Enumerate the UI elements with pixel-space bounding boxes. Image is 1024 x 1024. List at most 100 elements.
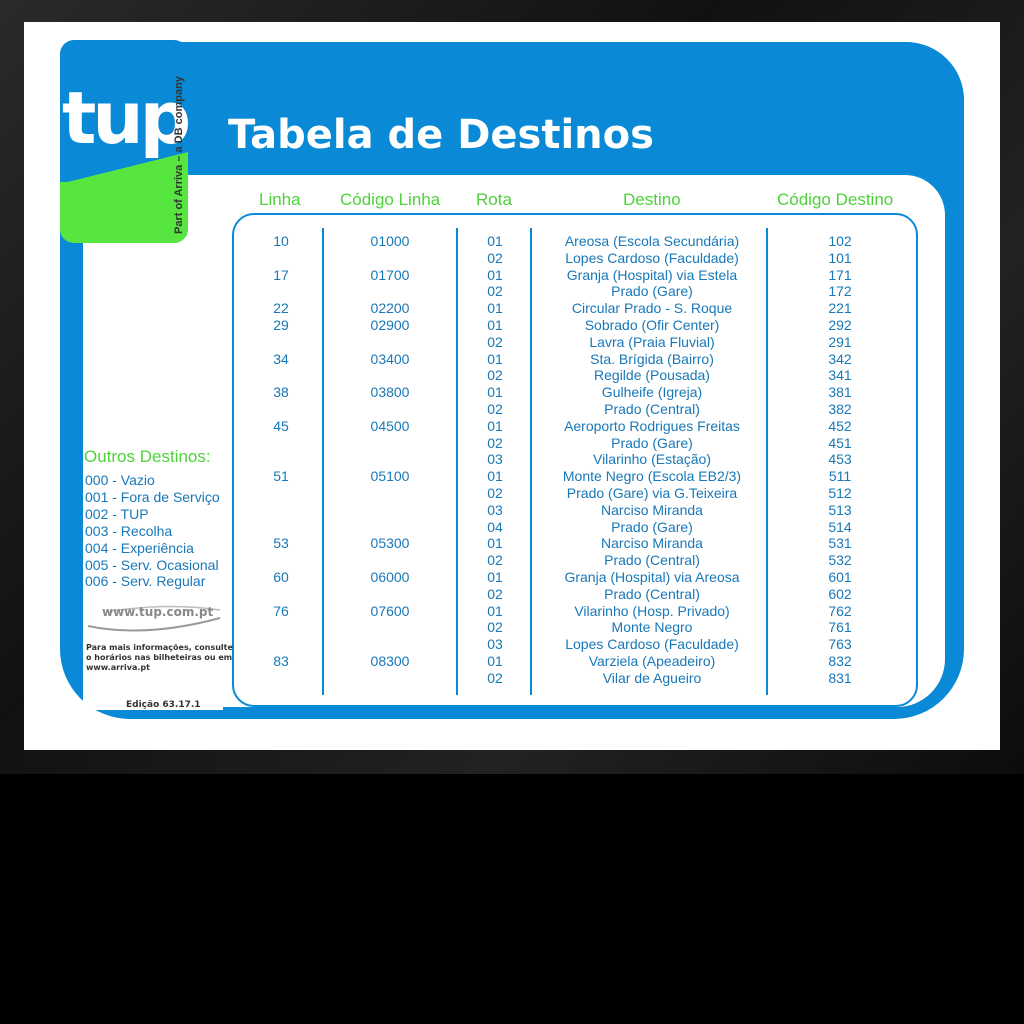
destination-name: Prado (Central) bbox=[604, 585, 700, 602]
destination-name: Prado (Gare) via G.Teixeira bbox=[566, 485, 738, 501]
column-header-codigo-linha: Código Linha bbox=[340, 190, 441, 209]
destination-name: Lavra (Praia Fluvial) bbox=[589, 333, 715, 350]
destination-code: 761 bbox=[828, 619, 852, 636]
website-link[interactable]: www.tup.com.pt bbox=[102, 605, 213, 619]
line-number: 53 bbox=[273, 535, 289, 552]
route-number: 04 bbox=[487, 518, 503, 535]
other-destination-item: 000 - Vazio bbox=[85, 472, 155, 488]
destination-name: Granja (Hospital) via Areosa bbox=[564, 569, 740, 585]
destination-code: 511 bbox=[828, 468, 852, 485]
route-number: 01 bbox=[487, 569, 503, 585]
destinations-table bbox=[232, 213, 918, 707]
line-code: 03800 bbox=[370, 384, 410, 401]
logo-text: tup bbox=[62, 76, 188, 160]
destination-code: 292 bbox=[828, 317, 852, 333]
destination-name: Prado (Gare) bbox=[611, 434, 693, 451]
column-header-linha: Linha bbox=[259, 190, 301, 209]
destination-code: 602 bbox=[828, 585, 852, 602]
destination-name: Aeroporto Rodrigues Freitas bbox=[564, 417, 740, 434]
destination-code: 172 bbox=[828, 283, 852, 300]
destination-name: Vilar de Agueiro bbox=[602, 669, 702, 686]
route-number: 01 bbox=[487, 233, 503, 249]
line-number: 17 bbox=[273, 266, 289, 283]
route-number: 01 bbox=[487, 300, 503, 317]
page-title: Tabela de Destinos bbox=[228, 112, 654, 158]
line-code: 05300 bbox=[370, 535, 410, 552]
line-number: 51 bbox=[273, 468, 289, 485]
info-text: Para mais informações, consulte o horári… bbox=[86, 643, 233, 672]
line-number: 22 bbox=[273, 300, 289, 317]
route-number: 01 bbox=[487, 384, 503, 401]
line-code: 01000 bbox=[370, 233, 410, 249]
destination-name: Prado (Gare) bbox=[611, 518, 693, 535]
destination-code: 171 bbox=[828, 266, 852, 283]
destination-code: 291 bbox=[828, 333, 852, 350]
route-number: 01 bbox=[487, 468, 503, 485]
line-number: 10 bbox=[273, 233, 289, 249]
destination-code: 532 bbox=[828, 552, 852, 569]
route-number: 02 bbox=[487, 434, 503, 451]
destination-name: Narciso Miranda bbox=[601, 535, 703, 552]
route-number: 02 bbox=[487, 585, 503, 602]
column-divider bbox=[322, 228, 324, 695]
destination-code: 512 bbox=[828, 485, 852, 501]
destination-code: 531 bbox=[828, 535, 852, 552]
other-destination-item: 001 - Fora de Serviço bbox=[85, 488, 220, 505]
column-divider bbox=[766, 228, 768, 695]
column-header-codigo-destino: Código Destino bbox=[777, 190, 894, 209]
route-number: 02 bbox=[487, 485, 503, 501]
line-code: 04500 bbox=[370, 417, 410, 434]
route-number: 02 bbox=[487, 401, 503, 417]
logo-green-band bbox=[60, 182, 188, 243]
destination-name: Prado (Central) bbox=[604, 401, 700, 417]
line-code: 06000 bbox=[370, 569, 410, 585]
line-code: 03400 bbox=[370, 350, 410, 367]
destination-code: 453 bbox=[828, 451, 852, 468]
route-number: 02 bbox=[487, 619, 503, 636]
tup-logo: tup bbox=[60, 40, 188, 243]
destination-name: Monte Negro (Escola EB2/3) bbox=[562, 468, 742, 485]
route-number: 02 bbox=[487, 249, 503, 266]
destination-code: 102 bbox=[828, 233, 852, 249]
destination-name: Granja (Hospital) via Estela bbox=[566, 266, 738, 283]
line-number: 45 bbox=[273, 417, 289, 434]
route-number: 01 bbox=[487, 602, 503, 619]
line-number: 38 bbox=[273, 384, 289, 401]
line-code: 02900 bbox=[370, 317, 410, 333]
route-number: 02 bbox=[487, 669, 503, 686]
destination-name: Prado (Central) bbox=[604, 552, 700, 569]
destination-name: Lopes Cardoso (Faculdade) bbox=[565, 249, 739, 266]
route-number: 02 bbox=[487, 552, 503, 569]
other-destination-item: 004 - Experiência bbox=[85, 539, 194, 556]
destination-name: Areosa (Escola Secundária) bbox=[564, 233, 740, 249]
destination-code: 382 bbox=[828, 401, 852, 417]
column-divider bbox=[530, 228, 532, 695]
line-number: 60 bbox=[273, 569, 289, 585]
destination-name: Varziela (Apeadeiro) bbox=[588, 653, 716, 669]
route-number: 01 bbox=[487, 266, 503, 283]
destination-name: Circular Prado - S. Roque bbox=[571, 300, 733, 317]
route-number: 03 bbox=[487, 451, 503, 468]
other-destination-item: 005 - Serv. Ocasional bbox=[85, 556, 219, 573]
destination-name: Vilarinho (Estação) bbox=[592, 451, 712, 468]
route-number: 02 bbox=[487, 367, 503, 384]
destination-code: 221 bbox=[828, 300, 852, 317]
other-destinations-title: Outros Destinos: bbox=[84, 447, 211, 466]
line-code: 05100 bbox=[370, 468, 410, 485]
destination-code: 831 bbox=[828, 669, 852, 686]
route-number: 03 bbox=[487, 636, 503, 653]
column-header-destino: Destino bbox=[623, 190, 681, 209]
route-number: 01 bbox=[487, 653, 503, 669]
destination-name: Gulheife (Igreja) bbox=[601, 384, 703, 401]
other-destination-item: 002 - TUP bbox=[85, 505, 149, 522]
other-destination-item: 006 - Serv. Regular bbox=[85, 573, 206, 590]
column-divider bbox=[456, 228, 458, 695]
company-tagline: Part of Arriva – a DB company bbox=[173, 76, 185, 234]
destination-name: Sobrado (Ofir Center) bbox=[584, 317, 720, 333]
line-number: 83 bbox=[273, 653, 289, 669]
destination-code: 342 bbox=[828, 350, 852, 367]
destination-name: Narciso Miranda bbox=[601, 501, 703, 518]
route-number: 01 bbox=[487, 350, 503, 367]
destination-name: Regilde (Pousada) bbox=[594, 367, 710, 384]
destination-code: 832 bbox=[828, 653, 852, 669]
